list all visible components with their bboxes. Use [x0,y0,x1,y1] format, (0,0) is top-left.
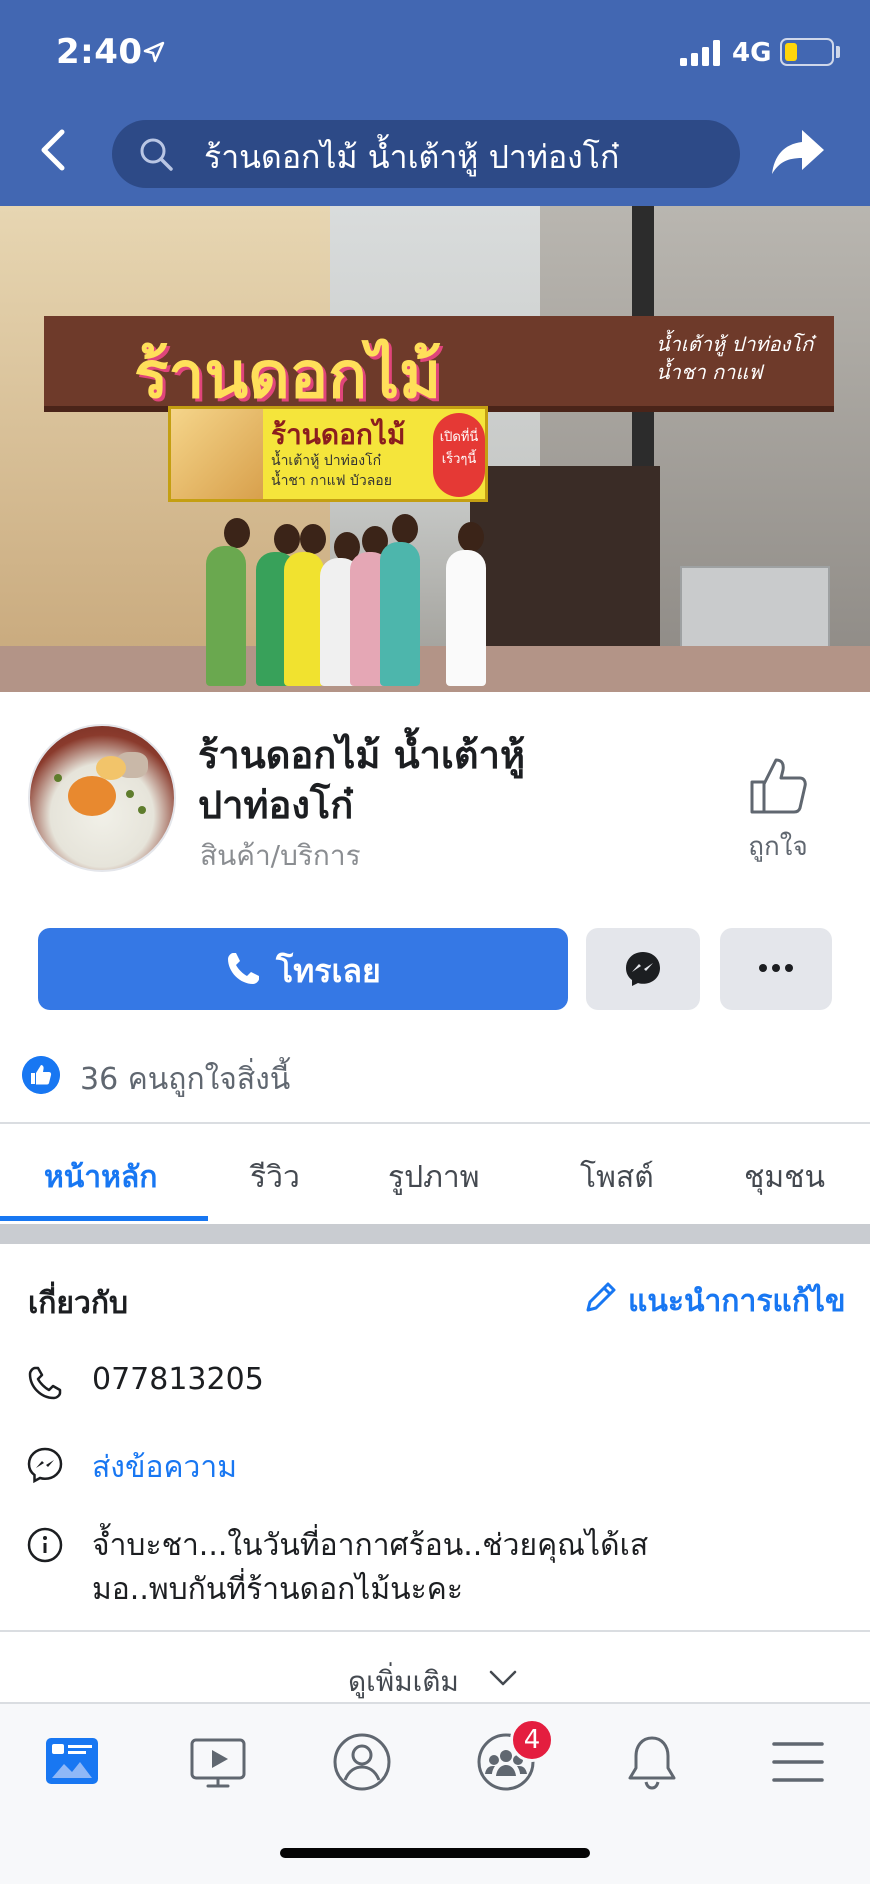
battery-tip [836,46,840,58]
messenger-button[interactable] [586,928,700,1010]
like-badge-icon [22,1056,60,1094]
battery-low-icon [780,38,834,66]
status-time: 2:40 [56,32,143,72]
like-label: ถูกใจ [748,832,808,862]
more-dots-icon [759,964,793,972]
active-tab-indicator [0,1216,208,1221]
profile-pic-food [54,774,62,782]
messenger-outline-icon [27,1447,63,1484]
cover-person-head [274,524,300,554]
location-arrow-icon [143,41,165,63]
pencil-icon [586,1282,616,1312]
cover-photo[interactable]: ร้านดอกไม้ น้ำเต้าหู้ ปาท่องโก๋ น้ำชา กา… [0,206,870,692]
divider [0,1630,870,1632]
chevron-down-icon[interactable] [488,1666,518,1690]
description-line: จ้ำบะชา...ในวันที่อากาศร้อน..ช่วยคุณได้เ… [92,1528,649,1563]
menu-hamburger-icon[interactable] [766,1730,830,1794]
cover-banner-line1: น้ำเต้าหู้ ปาท่องโก๋ [271,453,382,469]
profile-pic-food [68,776,116,816]
search-text: ร้านดอกไม้ น้ำเต้าหู้ ปาท่องโก๋ [204,138,620,176]
profile-pic-food [126,790,134,798]
tab-reviews[interactable]: รีวิว [250,1154,300,1201]
cover-person-head [392,514,418,544]
messenger-icon [626,952,660,986]
cover-person-head [300,524,326,554]
cover-person [380,542,420,686]
about-title: เกี่ยวกับ [28,1286,129,1321]
phone-number: 077813205 [92,1362,264,1397]
page-profile-picture[interactable] [28,724,176,872]
chevron-left-icon[interactable] [36,128,72,172]
tab-posts[interactable]: โพสต์ [580,1154,654,1201]
more-options-button[interactable] [720,928,832,1010]
page-description: จ้ำบะชา...ในวันที่อากาศร้อน..ช่วยคุณได้เ… [92,1524,832,1612]
send-message-link: ส่งข้อความ [92,1450,238,1485]
section-separator [0,1224,870,1244]
share-arrow-icon[interactable] [770,126,826,178]
cover-person [206,546,246,686]
cover-sign-right-line1: น้ำเต้าหู้ ปาท่องโก๋ [656,332,814,356]
likes-count-text: 36 คนถูกใจสิ่งนี้ [80,1062,291,1097]
description-line: มอ..พบกันที่ร้านดอกไม้นะคะ [92,1572,463,1607]
profile-pic-food [96,756,126,780]
info-icon [27,1527,63,1563]
cover-person [284,552,324,686]
cover-sign-board: ร้านดอกไม้ น้ำเต้าหู้ ปาท่องโก๋ น้ำชา กา… [44,316,834,413]
like-page-button[interactable]: ถูกใจ [736,756,820,866]
cover-banner-line2: น้ำชา กาแฟ บัวลอย [271,473,392,489]
cover-banner: ร้านดอกไม้ น้ำเต้าหู้ ปาท่องโก๋ น้ำชา กา… [168,406,488,502]
suggest-edit-label: แนะนำการแก้ไข [628,1284,846,1319]
about-section: เกี่ยวกับ แนะนำการแก้ไข 077813205 ส่งข้อ… [0,1244,870,1704]
cover-banner-food-image [171,409,263,499]
search-icon [140,138,173,171]
profile-icon[interactable] [330,1730,394,1794]
see-more-button[interactable]: ดูเพิ่มเติม [348,1660,459,1704]
phone-icon [228,953,259,984]
home-indicator[interactable] [280,1848,590,1858]
search-bar[interactable]: ร้านดอกไม้ น้ำเต้าหู้ ปาท่องโก๋ [112,120,740,188]
tab-community[interactable]: ชุมชน [744,1154,825,1201]
cover-banner-badge: เปิดที่นี่ เร็วๆนี้ [433,413,485,497]
profile-pic-food [138,806,146,814]
watch-video-icon[interactable] [186,1730,250,1794]
cover-person-head [458,522,484,552]
cover-sign-right-line2: น้ำชา กาแฟ [656,360,763,384]
call-now-button[interactable]: โทรเลย [38,928,568,1010]
bottom-tab-bar: 4 [0,1702,870,1884]
network-type: 4G [732,38,772,68]
tab-home[interactable]: หน้าหลัก [44,1154,157,1201]
cover-person [446,550,486,686]
groups-notification-badge: 4 [510,1718,554,1762]
page-title: ร้านดอกไม้ น้ำเต้าหู้ ปาท่องโก๋ [198,733,525,827]
cover-person-head [224,518,250,548]
tab-photos[interactable]: รูปภาพ [388,1154,480,1201]
cover-floor [0,646,870,692]
page-tabs: หน้าหลัก รีวิว รูปภาพ โพสต์ ชุมชน [0,1124,870,1224]
call-now-label: โทรเลย [276,952,381,990]
cover-sign-right: น้ำเต้าหู้ ปาท่องโก๋ น้ำชา กาแฟ [656,330,826,386]
news-feed-icon[interactable] [40,1730,104,1794]
top-header: 2:40 4G ร้านดอกไม้ น้ำเต้าหู้ ปาท่องโก๋ [0,0,870,206]
cover-banner-subtitle: น้ำเต้าหู้ ปาท่องโก๋ น้ำชา กาแฟ บัวลอย [271,451,392,491]
page-category[interactable]: สินค้า/บริการ [200,834,361,878]
thumbs-up-outline-icon [750,758,807,814]
status-bar: 2:40 4G [0,0,870,100]
phone-outline-icon [28,1366,62,1400]
notifications-bell-icon[interactable] [620,1730,684,1794]
signal-bars-icon [680,40,720,66]
